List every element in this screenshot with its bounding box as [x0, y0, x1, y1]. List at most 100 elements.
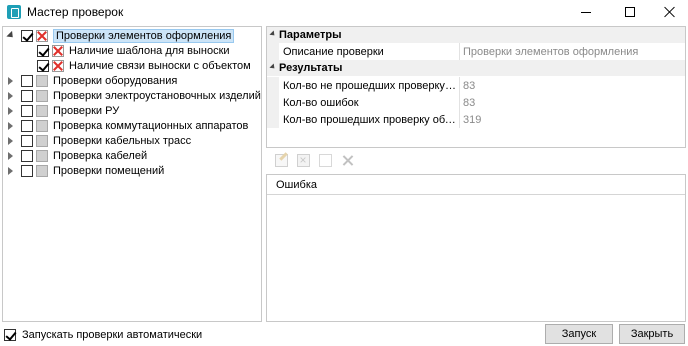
property-row-description[interactable]: Описание проверки Проверки элементов офо… — [267, 43, 685, 60]
tree-item-label: Проверки элементов оформления — [53, 28, 235, 43]
tree-item-label: Проверка кабелей — [53, 149, 148, 162]
tree-item-label: Проверки оборудования — [53, 74, 178, 87]
tree-item-cable-routes[interactable]: Проверки кабельных трасс — [7, 133, 191, 148]
status-icon — [36, 119, 48, 132]
category-results[interactable]: Результаты — [267, 60, 685, 76]
minimize-icon — [581, 11, 591, 13]
tree-item-checkbox[interactable] — [21, 119, 33, 132]
tree-item-checkbox[interactable] — [21, 74, 33, 87]
errors-list[interactable]: Ошибка — [266, 174, 686, 322]
tree-item-checkbox[interactable] — [37, 44, 49, 57]
auto-run-checkbox[interactable] — [4, 329, 16, 341]
expand-arrow-icon[interactable] — [7, 151, 15, 160]
tree-item-wiring-devices[interactable]: Проверки электроустановочных изделий — [7, 88, 261, 103]
column-header-label: Ошибка — [276, 179, 317, 191]
tree-item-checkbox[interactable] — [21, 89, 33, 102]
property-value: 83 — [463, 79, 476, 92]
collapse-arrow-icon[interactable] — [267, 27, 279, 43]
category-parameters[interactable]: Параметры — [267, 27, 685, 43]
column-divider — [459, 43, 460, 60]
window-title: Мастер проверок — [27, 5, 124, 19]
tree-item-checkbox[interactable] — [21, 164, 33, 177]
property-name: Кол-во ошибок — [283, 96, 359, 109]
tree-item-switchgear[interactable]: Проверки РУ — [7, 103, 119, 118]
property-row-error-count[interactable]: Кол-во ошибок 83 — [267, 94, 685, 111]
property-name: Описание проверки — [283, 45, 384, 58]
tree-item-label: Наличие шаблона для выноски — [69, 44, 230, 57]
column-divider — [459, 94, 460, 111]
column-divider — [459, 111, 460, 128]
tree-item-callout-template[interactable]: Наличие шаблона для выноски — [37, 43, 230, 58]
expand-arrow-icon[interactable] — [7, 136, 15, 145]
tools-icon — [341, 154, 354, 167]
tree-item-checkbox[interactable] — [21, 134, 33, 147]
tree-item-label: Проверки кабельных трасс — [53, 134, 192, 147]
expand-arrow-icon[interactable] — [7, 121, 15, 130]
expand-arrow-icon[interactable] — [7, 76, 15, 85]
row-gutter — [267, 43, 279, 60]
status-icon — [36, 104, 48, 117]
error-status-icon — [52, 44, 64, 57]
edit-icon — [274, 153, 288, 167]
close-icon — [664, 6, 676, 18]
app-icon — [7, 5, 21, 19]
tree-item-cables[interactable]: Проверка кабелей — [7, 148, 147, 163]
mark-icon — [296, 153, 310, 167]
status-icon — [36, 134, 48, 147]
error-status-icon — [52, 59, 64, 72]
title-bar: Мастер проверок — [0, 0, 688, 24]
property-value: 83 — [463, 96, 476, 109]
row-gutter — [267, 111, 279, 128]
mark-button[interactable] — [292, 150, 314, 170]
collapse-arrow-icon[interactable] — [267, 60, 279, 76]
tree-item-label: Проверки РУ — [53, 104, 120, 117]
tree-item-checkbox[interactable] — [37, 59, 49, 72]
property-name: Кол-во не прошедших проверку об... — [283, 79, 457, 92]
auto-run-option[interactable]: Запускать проверки автоматически — [4, 328, 202, 342]
tree-item-label: Проверки электроустановочных изделий — [53, 89, 261, 102]
tools-button[interactable] — [336, 150, 358, 170]
status-icon — [36, 149, 48, 162]
error-status-icon — [36, 29, 48, 42]
expand-arrow-icon[interactable] — [7, 106, 15, 115]
errors-toolbar — [270, 150, 358, 170]
maximize-button[interactable] — [612, 0, 648, 24]
tree-item-callout-link[interactable]: Наличие связи выноски с объектом — [37, 58, 251, 73]
tree-item-checkbox[interactable] — [21, 104, 33, 117]
auto-run-label: Запускать проверки автоматически — [22, 329, 203, 341]
run-button[interactable]: Запуск — [545, 324, 613, 344]
tree-item-equipment[interactable]: Проверки оборудования — [7, 73, 177, 88]
document-icon — [318, 153, 332, 167]
property-value: Проверки элементов оформления — [463, 45, 639, 58]
row-gutter — [267, 94, 279, 111]
collapse-arrow-icon[interactable] — [7, 32, 15, 40]
expand-arrow-icon[interactable] — [7, 166, 15, 175]
tree-item-switching-devices[interactable]: Проверка коммутационных аппаратов — [7, 118, 248, 133]
close-button[interactable]: Закрыть — [619, 324, 685, 344]
document-button[interactable] — [314, 150, 336, 170]
status-icon — [36, 89, 48, 102]
properties-grid[interactable]: Параметры Описание проверки Проверки эле… — [266, 26, 686, 148]
property-row-passed-objects[interactable]: Кол-во прошедших проверку объек... 319 — [267, 111, 685, 128]
property-name: Кол-во прошедших проверку объек... — [283, 113, 457, 126]
tree-item-design-elements[interactable]: Проверки элементов оформления — [7, 28, 235, 43]
checks-tree[interactable]: Проверки элементов оформления Наличие ша… — [2, 26, 262, 322]
property-row-failed-objects[interactable]: Кол-во не прошедших проверку об... 83 — [267, 77, 685, 94]
property-value: 319 — [463, 113, 482, 126]
column-divider — [459, 77, 460, 94]
category-label: Результаты — [279, 62, 343, 74]
row-gutter — [267, 77, 279, 94]
minimize-button[interactable] — [568, 0, 604, 24]
tree-item-label: Наличие связи выноски с объектом — [69, 59, 251, 72]
tree-item-rooms[interactable]: Проверки помещений — [7, 163, 164, 178]
category-label: Параметры — [279, 29, 342, 41]
status-icon — [36, 164, 48, 177]
errors-column-header[interactable]: Ошибка — [267, 175, 685, 195]
close-window-button[interactable] — [652, 0, 688, 24]
maximize-icon — [625, 7, 635, 17]
tree-item-checkbox[interactable] — [21, 149, 33, 162]
expand-arrow-icon[interactable] — [7, 91, 15, 100]
edit-button[interactable] — [270, 150, 292, 170]
tree-item-label: Проверки помещений — [53, 164, 165, 177]
tree-item-checkbox[interactable] — [21, 29, 33, 42]
